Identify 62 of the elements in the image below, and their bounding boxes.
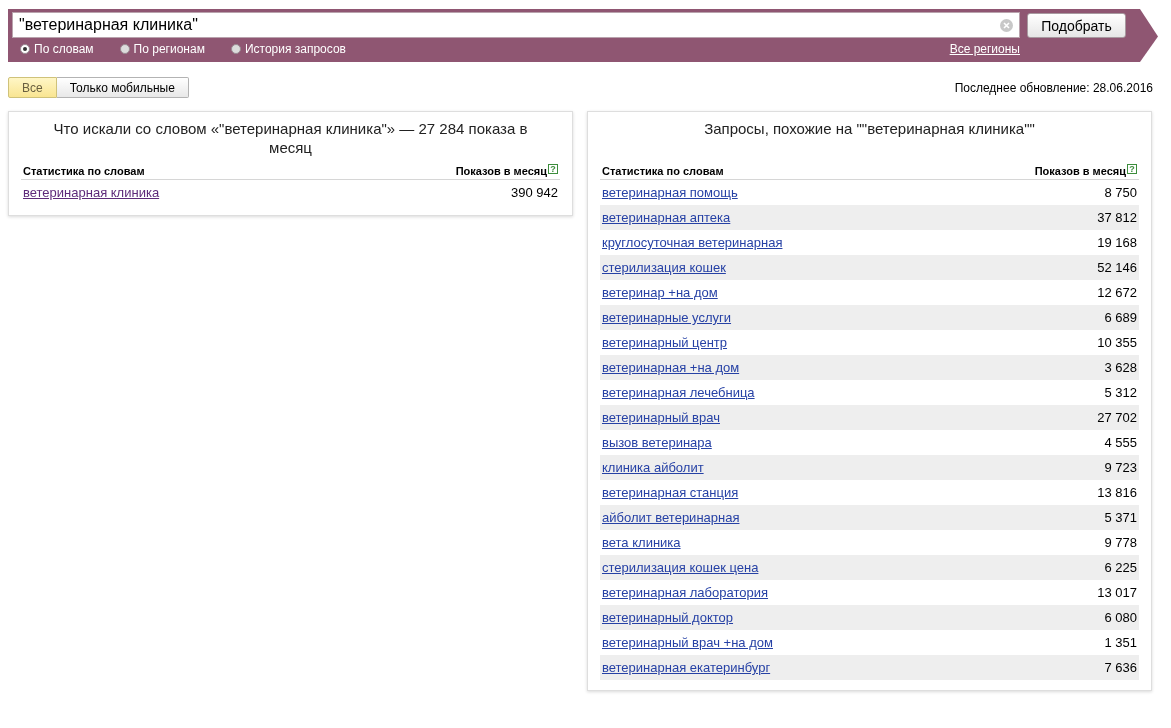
column-header: Показов в месяц <box>1034 164 1126 177</box>
phrase-link[interactable]: ветеринарная лечебница <box>602 385 755 400</box>
impressions-count: 7 636 <box>1104 660 1137 675</box>
region-link[interactable]: Все регионы <box>949 42 1020 56</box>
filter-tab[interactable]: Все <box>8 77 57 98</box>
impressions-count: 8 750 <box>1104 185 1137 200</box>
phrase-link[interactable]: ветеринарная лаборатория <box>602 585 769 600</box>
column-header: Статистика по словам <box>602 164 724 177</box>
impressions-count: 12 672 <box>1097 285 1137 300</box>
phrase-link[interactable]: ветеринар +на дом <box>602 285 718 300</box>
phrase-link[interactable]: ветеринарная помощь <box>602 185 738 200</box>
search-mode-option[interactable]: История запросов <box>230 42 346 56</box>
impressions-count: 10 355 <box>1097 335 1137 350</box>
phrase-link[interactable]: айболит ветеринарная <box>602 510 740 525</box>
impressions-count: 6 689 <box>1104 310 1137 325</box>
impressions-count: 9 723 <box>1104 460 1137 475</box>
phrase-link[interactable]: ветеринарная +на дом <box>602 360 740 375</box>
impressions-count: 37 812 <box>1097 210 1137 225</box>
help-icon[interactable]: ? <box>548 164 558 174</box>
column-header: Статистика по словам <box>23 164 145 177</box>
impressions-count: 1 351 <box>1104 635 1137 650</box>
phrase-link[interactable]: ветеринарный доктор <box>602 610 734 625</box>
phrase-link[interactable]: ветеринарный центр <box>602 335 728 350</box>
impressions-count: 13 017 <box>1097 585 1137 600</box>
phrase-link[interactable]: клиника айболит <box>602 460 704 475</box>
search-mode-option[interactable]: По регионам <box>119 42 205 56</box>
radio-icon[interactable] <box>119 44 130 54</box>
radio-icon[interactable] <box>20 44 30 54</box>
phrase-link[interactable]: ветеринарная станция <box>602 485 739 500</box>
impressions-count: 6 225 <box>1104 560 1137 575</box>
phrase-link[interactable]: ветеринарные услуги <box>602 310 732 325</box>
phrase-link[interactable]: ветеринарная аптека <box>602 210 731 225</box>
impressions-count: 5 371 <box>1104 510 1137 525</box>
card-title: Что искали со словом «"ветеринарная клиника"» — 27 284 показа в месяц <box>52 119 529 157</box>
impressions-count: 52 146 <box>1097 260 1137 275</box>
impressions-count: 27 702 <box>1097 410 1137 425</box>
radio-icon[interactable] <box>230 44 241 54</box>
phrase-link[interactable]: ветеринарный врач +на дом <box>602 635 773 650</box>
impressions-count: 6 080 <box>1104 610 1137 625</box>
phrase-link[interactable]: вета клиника <box>602 535 681 550</box>
impressions-count: 9 778 <box>1104 535 1137 550</box>
phrase-link[interactable]: стерилизация кошек <box>602 260 726 275</box>
phrase-link[interactable]: круглосуточная ветеринарная <box>602 235 783 250</box>
submit-button[interactable]: Подобрать <box>1027 13 1126 38</box>
help-icon[interactable]: ? <box>1127 164 1137 174</box>
impressions-count: 13 816 <box>1097 485 1137 500</box>
phrase-link[interactable]: ветеринарная екатеринбург <box>602 660 771 675</box>
card-title: Запросы, похожие на ""ветеринарная клиника"" <box>703 119 1036 139</box>
last-update-text: Последнее обновление: 28.06.2016 <box>954 80 1153 95</box>
impressions-count: 390 942 <box>511 185 558 200</box>
phrase-link[interactable]: вызов ветеринара <box>602 435 712 450</box>
impressions-count: 19 168 <box>1097 235 1137 250</box>
column-header: Показов в месяц <box>455 164 547 177</box>
impressions-count: 3 628 <box>1104 360 1137 375</box>
phrase-link[interactable]: ветеринарная клиника <box>23 185 160 200</box>
impressions-count: 4 555 <box>1104 435 1137 450</box>
impressions-count: 5 312 <box>1104 385 1137 400</box>
filter-tab[interactable]: Только мобильные <box>56 77 189 98</box>
phrase-link[interactable]: стерилизация кошек цена <box>602 560 759 575</box>
search-mode-option[interactable]: По словам <box>20 42 94 56</box>
search-field[interactable]: "ветеринарная клиника" <box>12 12 1020 38</box>
phrase-link[interactable]: ветеринарный врач <box>602 410 720 425</box>
